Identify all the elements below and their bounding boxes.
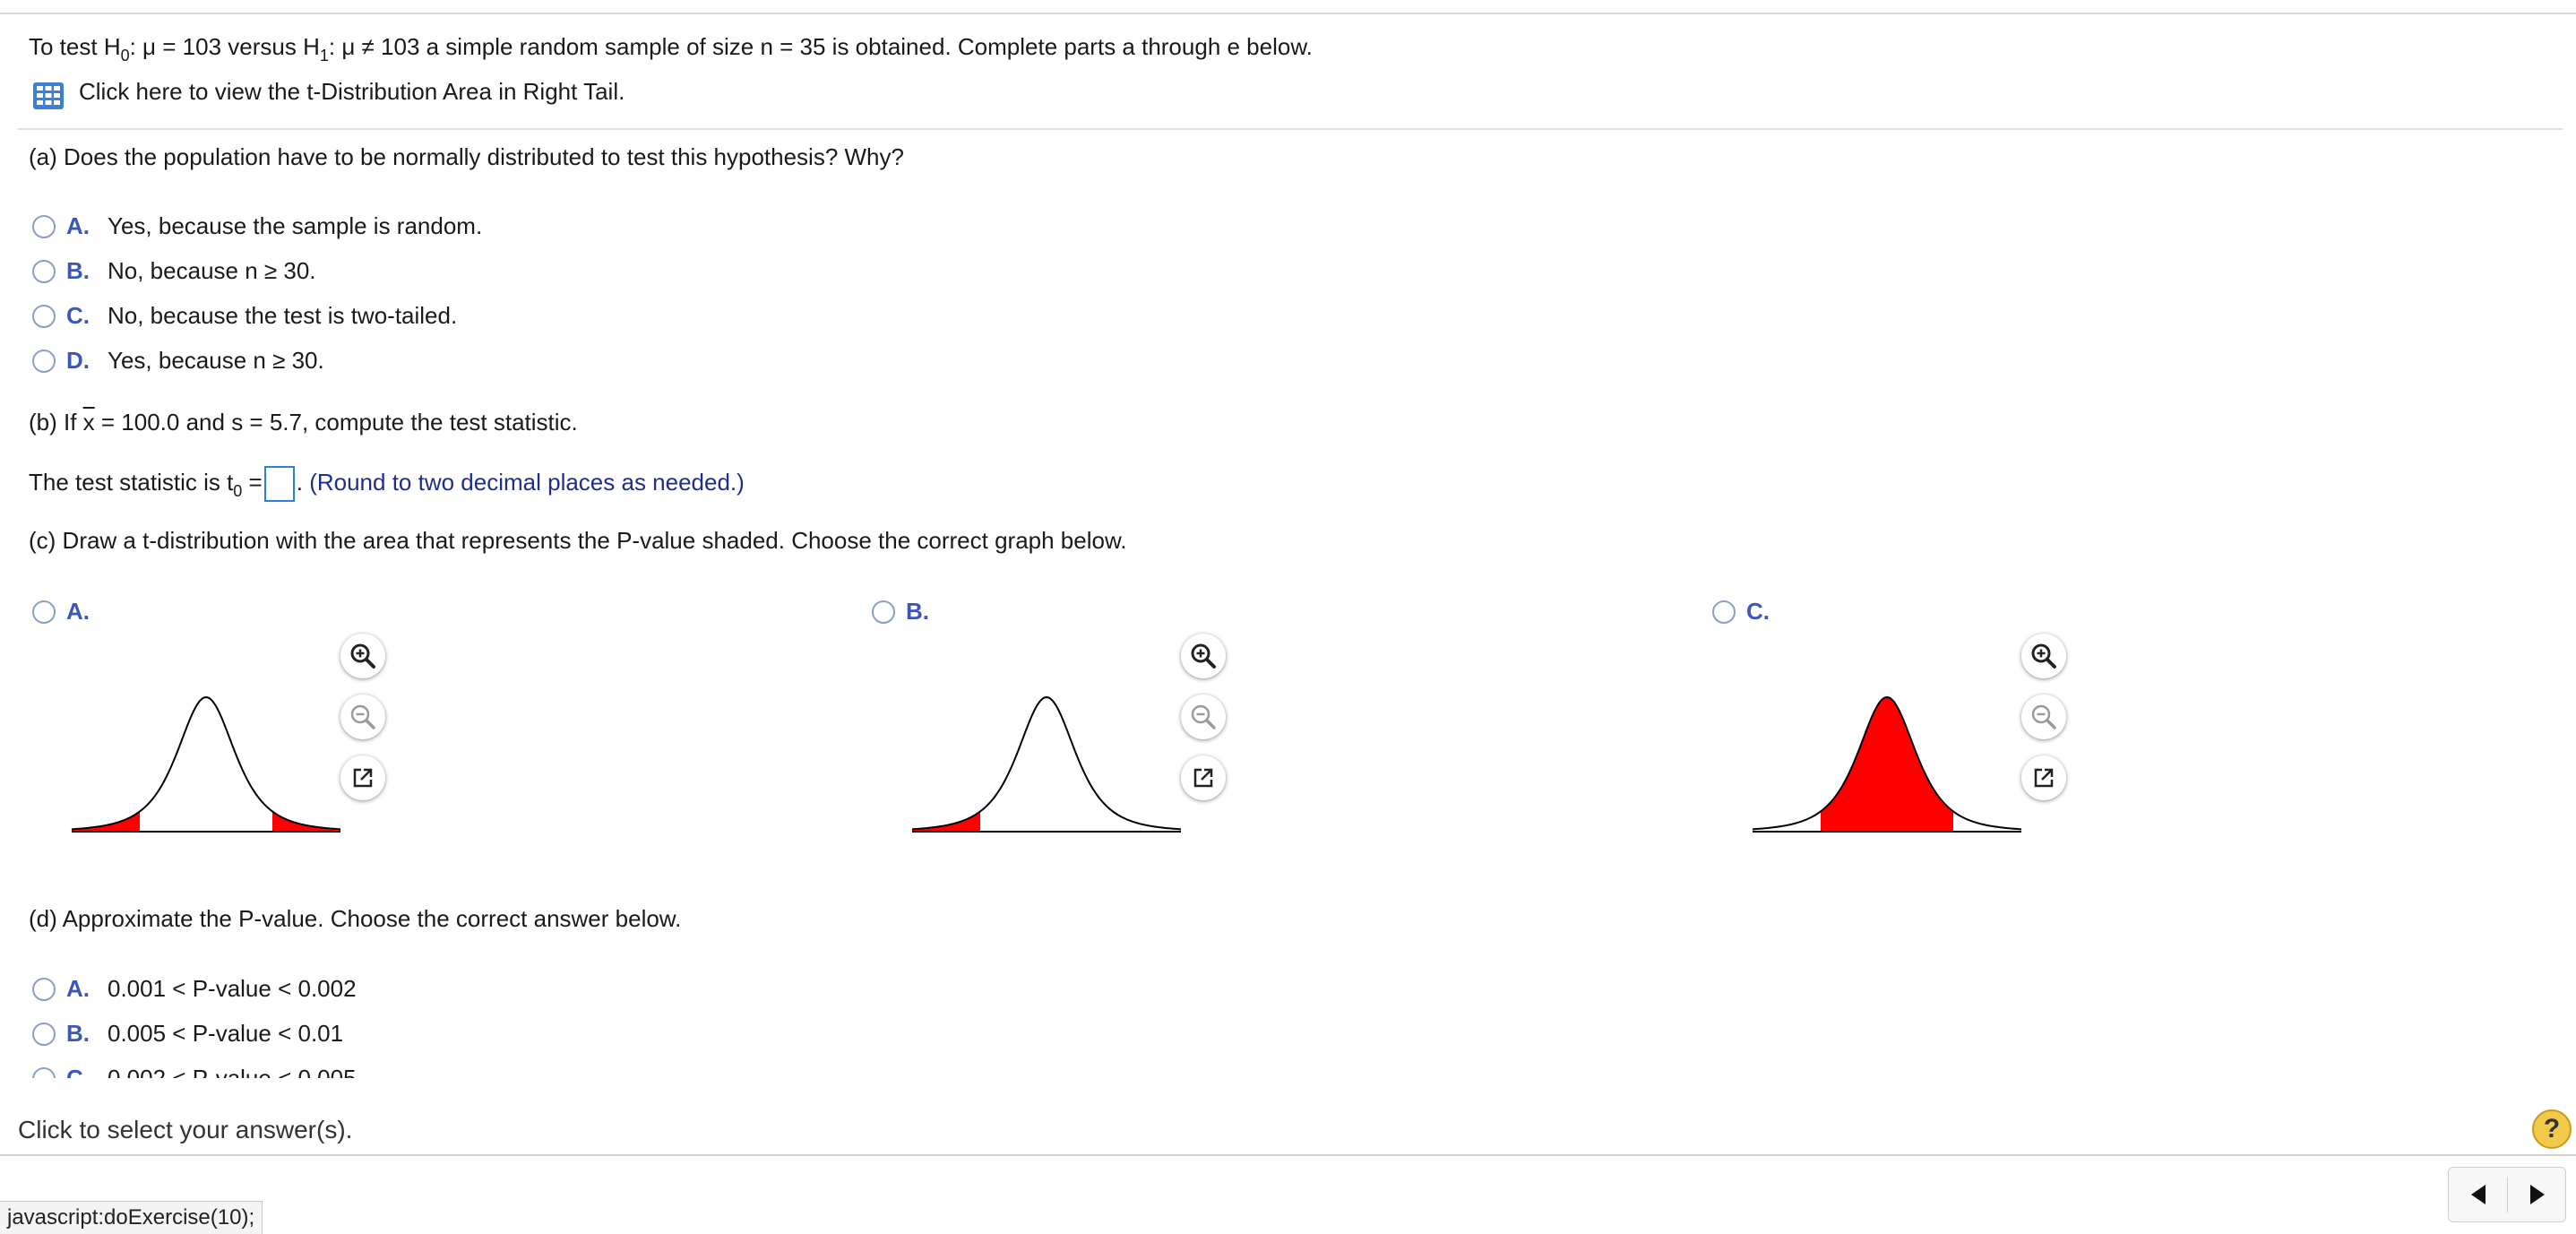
shaded-center-region [1821,697,1953,832]
part-d-option-a-text[interactable]: 0.001 < P-value < 0.002 [108,974,357,1003]
part-c-option-b-graph [912,695,1181,833]
part-a-option-b-radio[interactable] [32,260,56,283]
status-bar-url: javascript:doExercise(10); [0,1201,263,1234]
popout-icon [353,768,373,788]
table-grid-icon[interactable] [32,82,65,110]
part-a-option-d-radio[interactable] [32,349,56,373]
part-c-option-a-letter: A. [66,598,90,625]
zoom-in-button[interactable] [2021,634,2066,678]
part-c-option-c-letter: C. [1746,598,1770,625]
popout-icon [2034,768,2054,788]
part-a-option-a-letter: A. [66,212,90,239]
part-c-option-a-radio[interactable] [32,600,56,624]
previous-arrow-icon [2471,1185,2486,1204]
part-c-option-b-letter: B. [906,598,929,625]
rounding-hint: (Round to two decimal places as needed.) [309,468,745,496]
question-intro: To test H0: μ = 103 versus H1: μ ≠ 103 a… [29,33,1313,65]
part-d-option-b-radio[interactable] [32,1023,56,1046]
help-button[interactable]: ? [2532,1109,2572,1149]
zoom-out-icon [1191,704,1216,729]
previous-button[interactable] [2449,1168,2508,1221]
part-a-option-c-radio[interactable] [32,305,56,328]
part-a-option-c-letter: C. [66,302,90,329]
zoom-out-icon [350,704,375,729]
t-distribution-curve [72,695,340,831]
part-a-option-d-text[interactable]: Yes, because n ≥ 30. [108,346,324,375]
zoom-in-icon [2031,643,2056,669]
popout-button[interactable] [2021,755,2066,800]
test-statistic-input[interactable] [263,466,295,502]
popout-icon [1193,768,1213,788]
zoom-out-button[interactable] [1181,695,1226,739]
top-divider [0,13,2576,14]
popout-button[interactable] [1181,755,1226,800]
popout-button[interactable] [340,755,385,800]
zoom-in-icon [1191,643,1216,669]
part-d-prompt: (d) Approximate the P-value. Choose the … [29,905,682,932]
part-b-answer-line: The test statistic is t0 =. (Round to tw… [29,466,745,502]
part-c-option-c-radio[interactable] [1712,600,1736,624]
part-a-option-a-text[interactable]: Yes, because the sample is random. [108,211,482,240]
part-a-option-b-letter: B. [66,257,90,284]
zoom-in-button[interactable] [1181,634,1226,678]
part-d-option-a-radio[interactable] [32,978,56,1001]
section-divider [18,128,2563,130]
zoom-out-button[interactable] [340,695,385,739]
scroll-clip-mask [0,1078,2576,1154]
part-a-option-d-letter: D. [66,347,90,374]
zoom-out-button[interactable] [2021,695,2066,739]
footer-divider [0,1154,2576,1156]
part-c-option-a-graph [72,695,340,833]
part-a-option-b-text[interactable]: No, because n ≥ 30. [108,256,316,285]
part-d-option-b-text[interactable]: 0.005 < P-value < 0.01 [108,1019,343,1048]
part-d-option-a-letter: A. [66,975,90,1002]
part-c-option-b-radio[interactable] [872,600,895,624]
part-a-option-a-radio[interactable] [32,215,56,238]
question-nav [2448,1167,2566,1222]
t-table-link[interactable]: Click here to view the t-Distribution Ar… [79,77,625,106]
part-c-prompt: (c) Draw a t-distribution with the area … [29,527,1127,554]
part-a-prompt: (a) Does the population have to be norma… [29,143,904,170]
zoom-in-button[interactable] [340,634,385,678]
part-a-option-c-text[interactable]: No, because the test is two-tailed. [108,301,457,330]
zoom-in-icon [350,643,375,669]
next-arrow-icon [2530,1185,2545,1204]
part-d-option-b-letter: B. [66,1020,90,1047]
zoom-out-icon [2031,704,2056,729]
next-button[interactable] [2508,1168,2567,1221]
footer-instruction: Click to select your answer(s). [18,1116,353,1143]
t-distribution-curve [912,695,1181,831]
part-c-option-c-graph [1753,695,2021,833]
part-b-prompt: (b) If x = 100.0 and s = 5.7, compute th… [29,409,578,436]
